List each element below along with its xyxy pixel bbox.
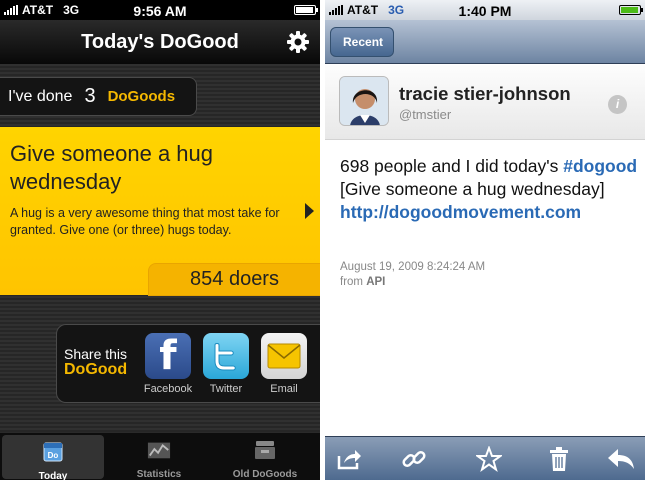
tab-statistics[interactable]: Statistics [106,433,212,480]
gear-icon[interactable] [286,30,310,54]
disclosure-arrow-icon[interactable] [305,203,314,219]
tab-today-label: Today [38,471,68,480]
profile-header[interactable]: tracie stier-johnson @tmstier i [325,65,645,140]
counter-value: 3 [84,85,96,107]
tweet-meta: August 19, 2009 8:24:24 AM from API [340,260,485,290]
share-label-dogood: DoGood [64,361,128,378]
page-title: Today's DoGood [81,31,239,53]
battery-icon [294,5,318,15]
link-icon[interactable] [400,445,428,473]
star-icon[interactable] [475,445,503,473]
info-icon[interactable]: i [608,95,627,114]
chart-icon [147,439,171,461]
dogood-counter: I've done 3 DoGoods [0,77,197,116]
from-prefix: from [340,276,363,288]
facebook-label: Facebook [143,383,193,395]
clock: 9:56 AM [133,3,187,19]
hashtag-link[interactable]: #dogood [563,156,637,176]
tab-today[interactable]: Do Today [2,435,104,480]
svg-text:Do: Do [48,451,59,460]
tweet-text: 698 people and I did today's #dogood [Gi… [340,155,640,224]
tab-old-dogoods-label: Old DoGoods [232,469,298,480]
bottom-toolbar [325,436,645,480]
email-icon [261,333,307,379]
counter-prefix: I've done [8,87,73,105]
back-button[interactable]: Recent [330,27,395,57]
counter-unit: DoGoods [107,88,176,105]
dogood-description: A hug is a very awesome thing that most … [10,206,280,237]
facebook-button[interactable]: f Facebook [142,333,194,395]
status-bar: AT&T 3G 9:56 AM [0,0,320,20]
avatar[interactable] [339,76,389,126]
user-name: tracie stier-johnson [399,83,571,104]
dogood-title: Give someone a hug wednesday [10,141,214,194]
tweet-source: API [366,276,386,288]
share-label: Share this [64,346,128,362]
nav-bar: Today's DoGood [0,20,320,64]
tweet-text-start: 698 people and I did today's [340,156,564,176]
dogood-card[interactable]: Give someone a hug wednesday A hug is a … [0,127,320,296]
user-handle: @tmstier [399,107,452,122]
email-label: Email [270,383,298,395]
twitter-icon [203,333,249,379]
twitter-button[interactable]: Twitter [200,333,252,395]
dogood-app-screen: AT&T 3G 9:56 AM Today's DoGood I've done… [0,0,320,480]
battery-icon [619,5,643,15]
email-button[interactable]: Email [258,333,310,395]
calendar-icon: Do [41,441,65,463]
tab-statistics-label: Statistics [136,469,182,480]
tweet-text-end: [Give someone a hug wednesday] [340,179,605,199]
trash-icon[interactable] [545,445,573,473]
doers-count: 854 doers [148,263,320,296]
tweet-detail-screen: AT&T 3G 1:40 PM Recent tracie stier-john… [325,0,645,480]
url-link[interactable]: http://dogoodmovement.com [340,202,581,222]
tweet-date: August 19, 2009 8:24:24 AM [340,261,486,273]
share-icon[interactable] [335,445,363,473]
clock: 1:40 PM [458,3,512,19]
reply-icon[interactable] [607,445,635,473]
tab-old-dogoods[interactable]: Old DoGoods [212,433,318,480]
archive-icon [253,439,277,461]
nav-bar: Recent [325,20,645,64]
status-bar: AT&T 3G 1:40 PM [325,0,645,20]
facebook-icon: f [145,333,191,379]
tab-bar: Do Today Statistics Old DoGoods [0,432,320,480]
share-panel: Share this DoGood f Facebook Twitter Ema… [56,324,320,403]
twitter-label: Twitter [209,383,243,395]
